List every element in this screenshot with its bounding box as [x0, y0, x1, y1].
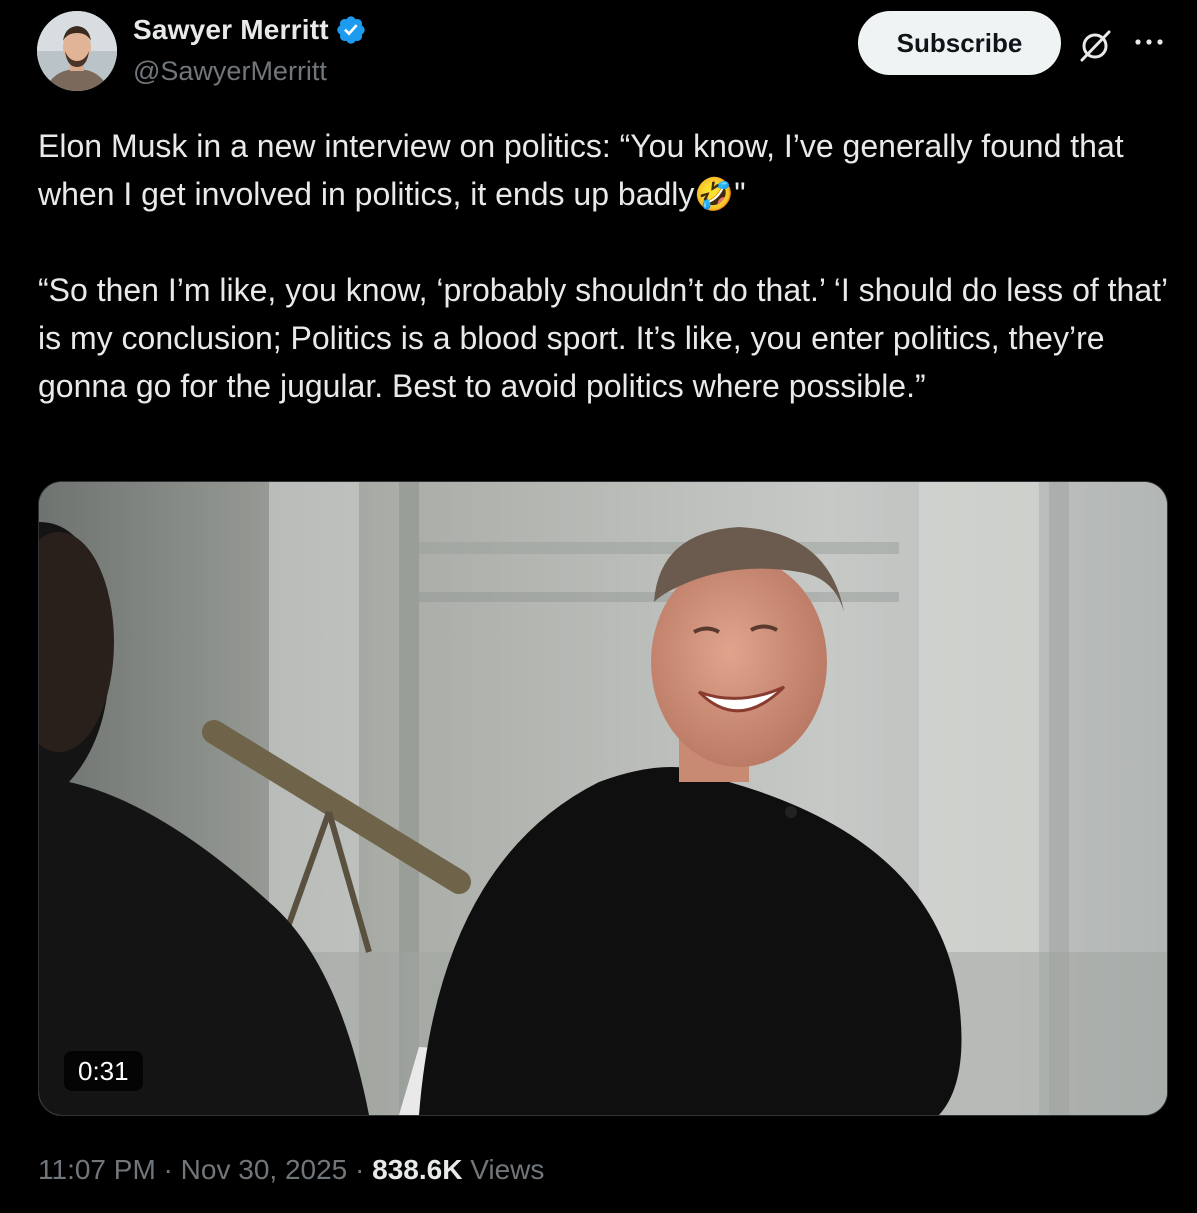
display-name[interactable]: Sawyer Merritt	[133, 14, 329, 46]
verified-badge-icon	[337, 16, 365, 44]
tweet: Sawyer Merritt @SawyerMerritt Subscribe …	[0, 0, 1197, 1213]
video-duration: 0:31	[64, 1051, 143, 1091]
more-icon[interactable]	[1131, 30, 1167, 54]
subscribe-button[interactable]: Subscribe	[858, 11, 1061, 75]
tweet-date[interactable]: Nov 30, 2025	[181, 1154, 348, 1186]
tweet-text: Elon Musk in a new interview on politics…	[38, 122, 1178, 410]
author-name-row[interactable]: Sawyer Merritt	[133, 14, 367, 46]
avatar-image	[37, 11, 117, 91]
meta-separator: ·	[155, 1154, 181, 1185]
video-thumbnail	[39, 482, 1167, 1115]
avatar[interactable]	[37, 11, 117, 91]
tweet-time[interactable]: 11:07 PM	[38, 1154, 156, 1186]
author-handle[interactable]: @SawyerMerritt	[133, 56, 327, 87]
views-label: Views	[462, 1154, 545, 1185]
grok-icon[interactable]	[1076, 26, 1114, 64]
tweet-meta: 11:07 PM · Nov 30, 2025 · 838.6K Views	[38, 1154, 544, 1186]
video-player[interactable]	[38, 481, 1168, 1116]
rofl-emoji: 🤣	[694, 176, 735, 212]
meta-separator: ·	[347, 1154, 373, 1185]
views-count[interactable]: 838.6K	[372, 1154, 462, 1186]
tweet-text-part1: Elon Musk in a new interview on politics…	[38, 128, 1133, 212]
